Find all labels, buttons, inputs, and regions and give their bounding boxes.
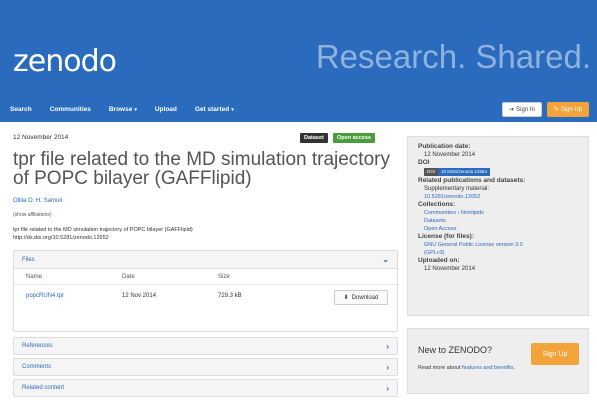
publication-date: 12 November 2014: [13, 134, 69, 141]
nav-search[interactable]: Search: [10, 106, 32, 113]
sign-up-side-button[interactable]: Sign Up: [531, 343, 579, 365]
column-date: Date: [122, 274, 135, 280]
collections-label: Collections:: [418, 201, 456, 208]
sign-up-button[interactable]: ✎ Sign Up: [547, 102, 589, 117]
chevron-down-icon: ▾: [134, 107, 137, 113]
chevron-right-icon: ›: [386, 341, 389, 351]
nav-browse[interactable]: Browse ▾: [109, 106, 137, 113]
download-button[interactable]: ⬇ Download: [334, 290, 388, 305]
open-access-badge: Open access: [333, 133, 375, 143]
new-to-zenodo-text: Read more about features and benefits.: [418, 365, 515, 371]
author-link[interactable]: Ollila O. H. Samuli: [13, 198, 62, 204]
collection-link[interactable]: Open Access: [418, 225, 578, 233]
license-link[interactable]: GNU General Public License version 3.0: [418, 241, 578, 249]
uploaded-value: 12 November 2014: [424, 266, 476, 272]
file-date: 12 Nov 2014: [122, 293, 157, 299]
column-name: Name: [26, 274, 43, 280]
zenodo-logo[interactable]: zenodo: [13, 44, 117, 79]
features-link[interactable]: features and benefits: [462, 365, 513, 371]
collection-link[interactable]: Communities › Nmrlipids: [418, 209, 578, 217]
files-table-header: Name Date Size: [14, 269, 397, 285]
license-link-abbr[interactable]: (GPLv3): [418, 249, 578, 257]
file-name-link[interactable]: popcRUN4.tpr: [26, 293, 64, 299]
references-section[interactable]: References ›: [13, 337, 398, 355]
chevron-down-icon: ⌄: [382, 255, 389, 264]
table-row: popcRUN4.tpr 12 Nov 2014 729.3 kB ⬇ Down…: [14, 285, 397, 311]
nav-get-started[interactable]: Get started ▾: [195, 106, 234, 113]
pencil-icon: ✎: [553, 107, 559, 113]
tagline: Research. Shared.: [315, 38, 591, 75]
new-to-zenodo-box: New to ZENODO? Read more about features …: [407, 328, 589, 394]
nav-communities[interactable]: Communities: [50, 106, 91, 113]
files-panel: Files ⌄ Name Date Size popcRUN4.tpr 12 N…: [13, 250, 398, 332]
column-size: Size: [218, 274, 230, 280]
related-doi-link[interactable]: 10.5281/zenodo.12652: [418, 193, 578, 201]
record-description: tpr file related to the MD simulation tr…: [13, 227, 193, 241]
new-to-zenodo-title: New to ZENODO?: [418, 345, 493, 355]
download-icon: ⬇: [343, 295, 349, 301]
doi-badge[interactable]: DOI 10.5281/zenodo.12654: [418, 168, 578, 176]
license-label: License (for files):: [418, 233, 474, 240]
main-nav: Search Communities Browse ▾ Upload Get st…: [10, 106, 252, 113]
doi-value: 10.5281/zenodo.12654: [438, 168, 491, 176]
dataset-badge: Dataset: [300, 133, 328, 143]
doi-label: DOI: [418, 159, 430, 166]
files-panel-header[interactable]: Files ⌄: [14, 251, 397, 269]
chevron-right-icon: ›: [386, 383, 389, 393]
show-affiliations-link[interactable]: (show affiliations): [13, 212, 52, 218]
sign-in-icon: ➔: [509, 107, 515, 113]
sign-in-button[interactable]: ➔ Sign In: [502, 102, 542, 117]
file-size: 729.3 kB: [218, 293, 242, 299]
record-title: tpr file related to the MD simulation tr…: [13, 149, 390, 189]
nav-upload[interactable]: Upload: [155, 106, 177, 113]
comments-section[interactable]: Comments ›: [13, 358, 398, 376]
site-header: zenodo Research. Shared. Search Communit…: [0, 0, 597, 122]
publication-date-value: 12 November 2014: [424, 152, 476, 158]
publication-date-label: Publication date:: [418, 143, 471, 150]
chevron-down-icon: ▾: [231, 107, 234, 113]
chevron-right-icon: ›: [386, 362, 389, 372]
collection-link[interactable]: Datasets: [418, 217, 578, 225]
related-label: Related publications and datasets:: [418, 177, 526, 184]
record-metadata-box: Publication date: 12 November 2014 DOI D…: [407, 136, 589, 316]
related-content-section[interactable]: Related content ›: [13, 379, 398, 397]
related-sub-label: Supplementary material:: [424, 186, 490, 192]
uploaded-label: Uploaded on:: [418, 257, 460, 264]
